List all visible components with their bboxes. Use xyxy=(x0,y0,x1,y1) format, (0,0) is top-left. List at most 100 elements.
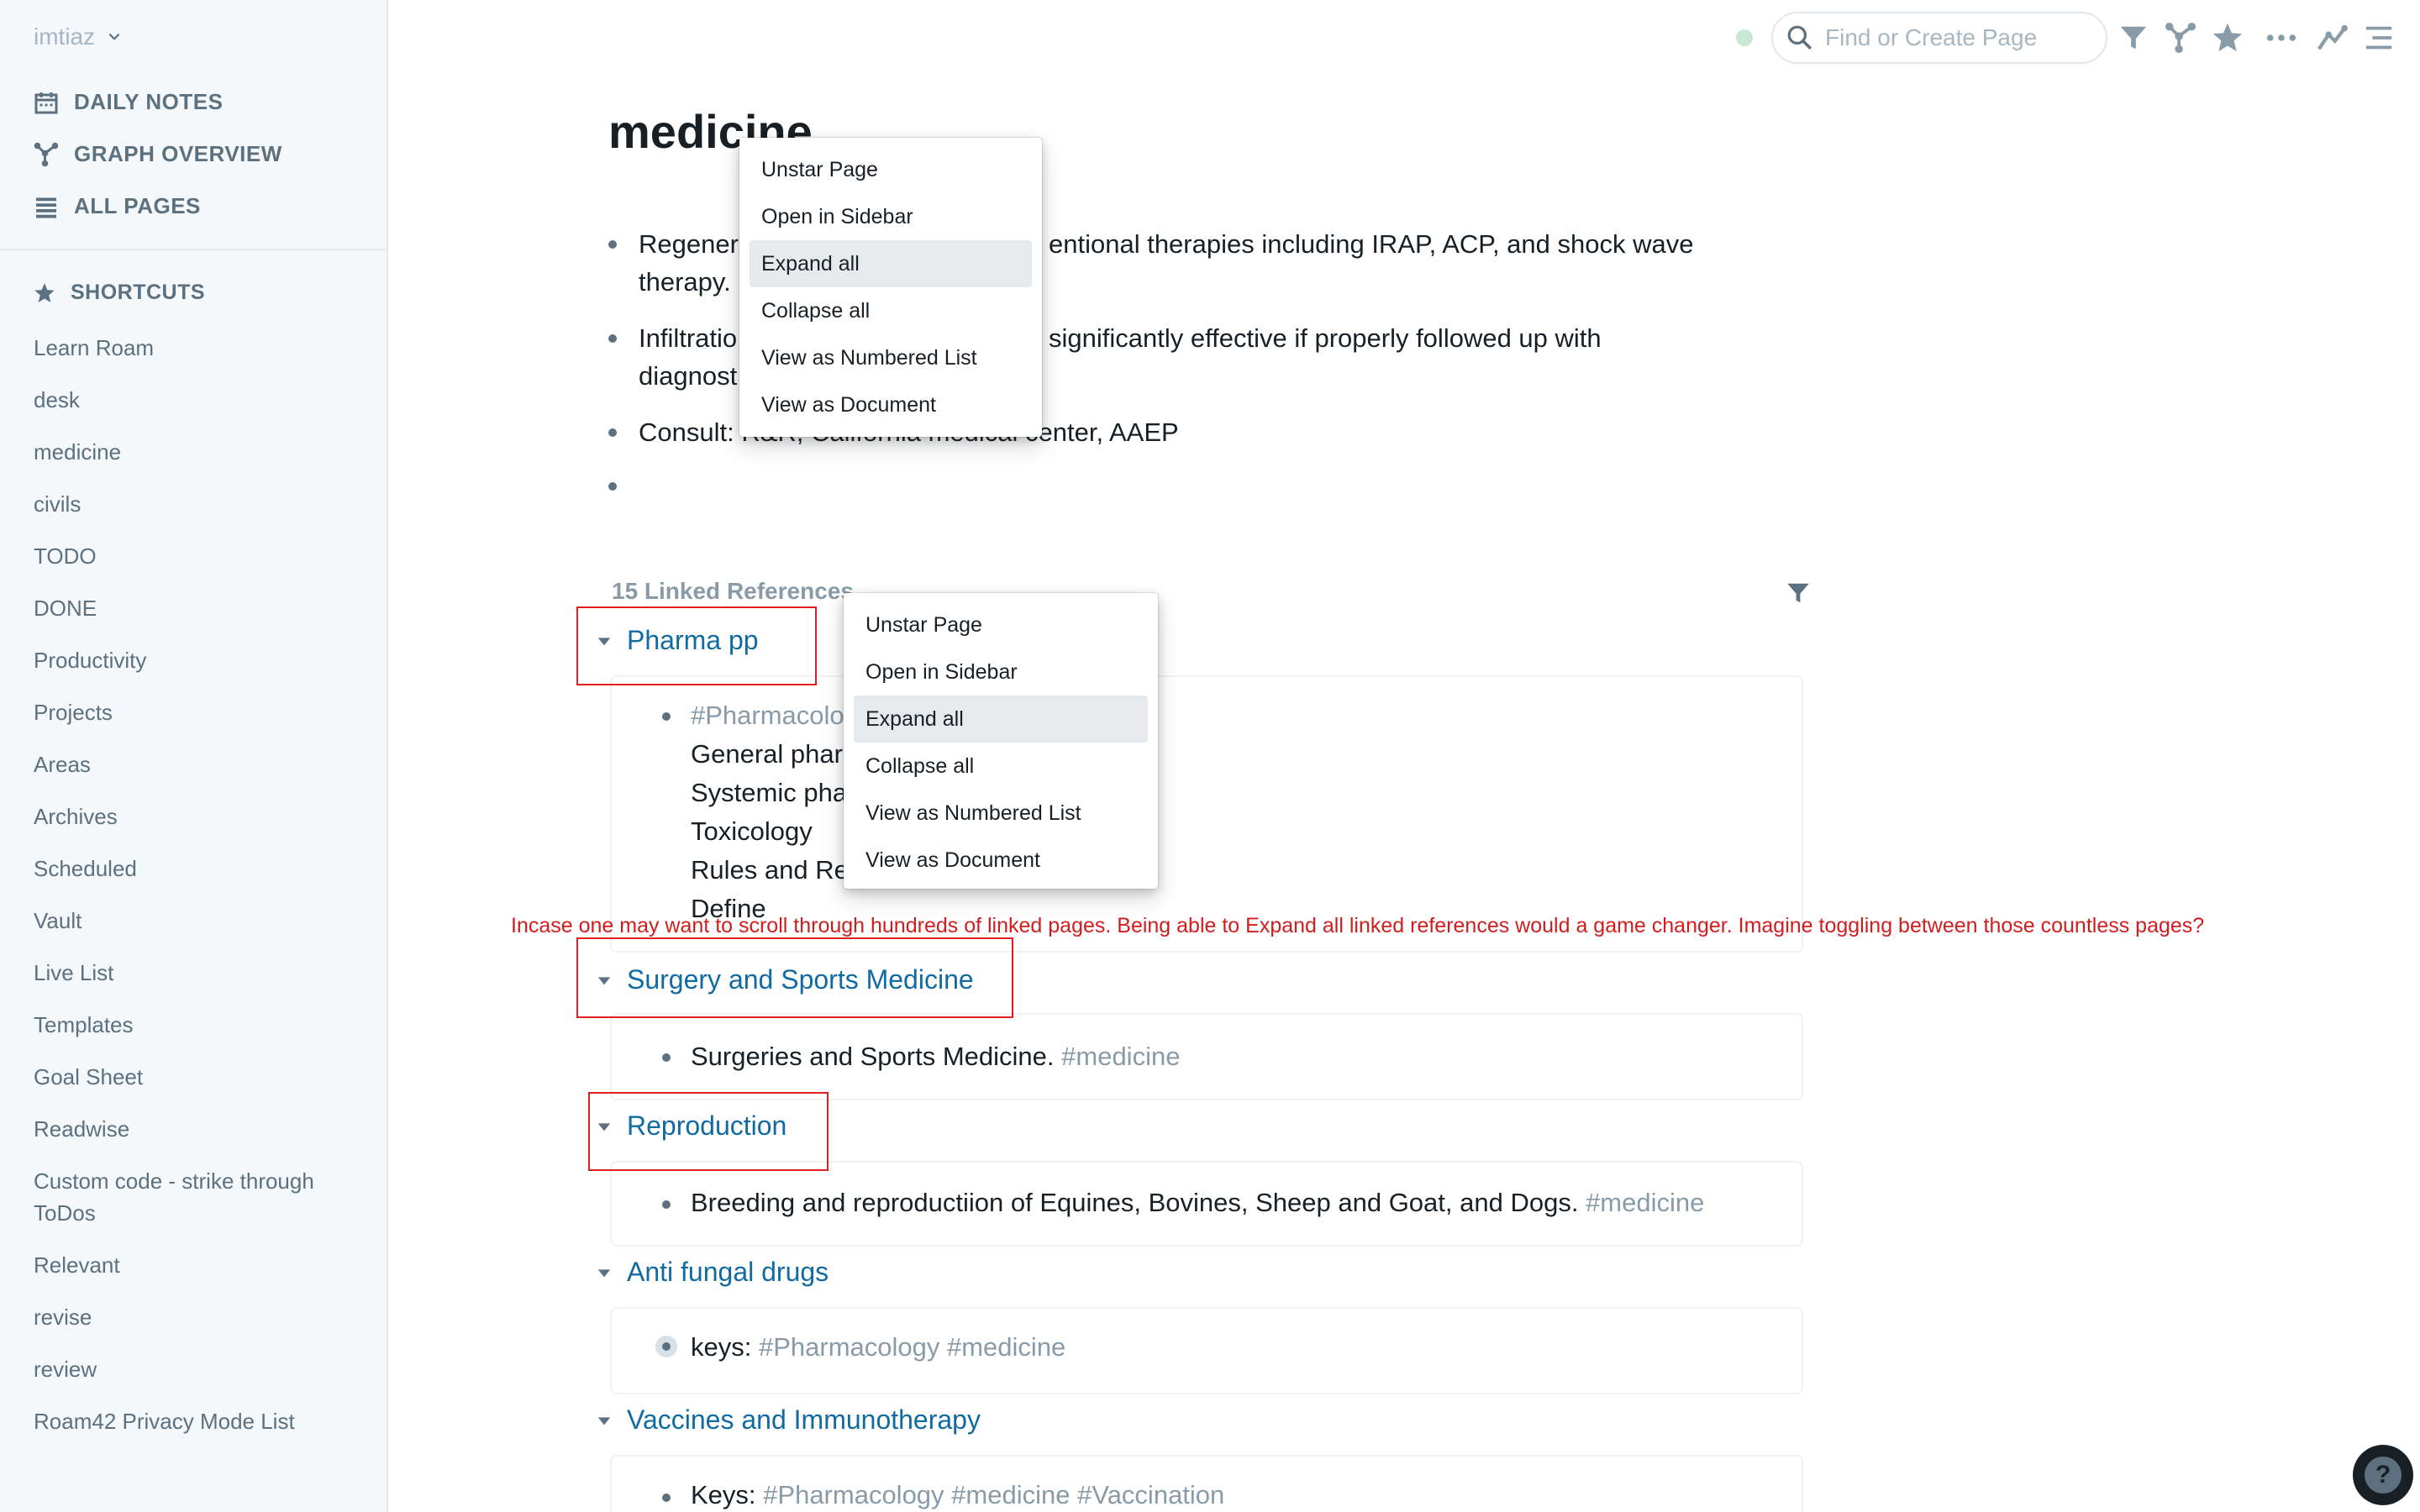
shortcut-item[interactable]: Custom code - strike through ToDos xyxy=(34,1165,370,1229)
shortcut-item[interactable]: Templates xyxy=(34,1009,370,1041)
block-text: entional therapies including IRAP, ACP, … xyxy=(1049,229,1694,259)
page-context-menu: Unstar Page Open in Sidebar Expand all C… xyxy=(739,138,1042,437)
help-button[interactable]: ? xyxy=(2353,1445,2413,1505)
ref-text[interactable]: Toxicology xyxy=(691,816,813,847)
shortcut-item[interactable]: Learn Roam xyxy=(34,332,370,364)
block-text: therapy. xyxy=(639,267,731,297)
menu-view-numbered-list[interactable]: View as Numbered List xyxy=(854,790,1148,837)
graph-icon[interactable] xyxy=(2165,22,2196,54)
bullet[interactable] xyxy=(608,428,617,437)
ref-text[interactable]: General phar xyxy=(691,739,843,769)
sidebar-divider xyxy=(0,249,387,250)
shortcut-item[interactable]: Projects xyxy=(34,696,370,728)
search-icon xyxy=(1787,25,1812,50)
shortcut-item[interactable]: TODO xyxy=(34,540,370,572)
list-icon xyxy=(36,197,56,218)
nav-all-pages[interactable]: ALL PAGES xyxy=(34,193,201,219)
bullet[interactable] xyxy=(662,1200,671,1209)
bullet[interactable] xyxy=(662,1494,671,1502)
shortcut-item[interactable]: medicine xyxy=(34,436,370,468)
ref-text[interactable]: #Pharmacolo xyxy=(691,701,844,731)
shortcut-item[interactable]: Productivity xyxy=(34,644,370,676)
nav-daily-notes[interactable]: DAILY NOTES xyxy=(34,89,223,115)
caret-down-icon[interactable] xyxy=(597,973,612,988)
caret-down-icon[interactable] xyxy=(597,1119,612,1134)
ref-group-header[interactable]: Anti fungal drugs xyxy=(597,1257,829,1288)
ref-group-header[interactable]: Surgery and Sports Medicine xyxy=(597,964,974,995)
bullet[interactable] xyxy=(608,482,617,491)
star-icon[interactable] xyxy=(2212,22,2244,54)
menu-expand-all[interactable]: Expand all xyxy=(854,696,1148,743)
menu-expand-all[interactable]: Expand all xyxy=(750,240,1032,287)
bullet[interactable] xyxy=(608,334,617,343)
bullet[interactable] xyxy=(608,240,617,249)
search-bar[interactable] xyxy=(1771,12,2107,64)
more-icon[interactable] xyxy=(2265,22,2297,54)
menu-collapse-all[interactable]: Collapse all xyxy=(750,287,1032,334)
ref-group-header[interactable]: Vaccines and Immunotherapy xyxy=(597,1404,981,1436)
star-icon xyxy=(34,282,55,302)
menu-view-as-document[interactable]: View as Document xyxy=(854,837,1148,884)
page-link[interactable]: Anti fungal drugs xyxy=(627,1257,829,1288)
shortcut-item[interactable]: civils xyxy=(34,488,370,520)
menu-open-in-sidebar[interactable]: Open in Sidebar xyxy=(750,193,1032,240)
menu-view-as-document[interactable]: View as Document xyxy=(750,381,1032,428)
shortcut-item[interactable]: desk xyxy=(34,384,370,416)
block-text: diagnost xyxy=(639,361,738,391)
tag[interactable]: #medicine xyxy=(1586,1188,1704,1217)
menu-open-in-sidebar[interactable]: Open in Sidebar xyxy=(854,648,1148,696)
shortcut-item[interactable]: Vault xyxy=(34,905,370,937)
nav-label: ALL PAGES xyxy=(74,193,201,218)
shortcut-item[interactable]: Roam42 Privacy Mode List xyxy=(34,1405,370,1437)
bullet[interactable] xyxy=(662,1053,671,1062)
shortcut-item[interactable]: Relevant xyxy=(34,1249,370,1281)
tag[interactable]: #medicine xyxy=(1061,1042,1180,1071)
menu-unstar-page[interactable]: Unstar Page xyxy=(750,146,1032,193)
ref-text[interactable]: Systemic pha xyxy=(691,778,847,808)
bullet[interactable] xyxy=(662,712,671,721)
page-link[interactable]: Surgery and Sports Medicine xyxy=(627,964,974,995)
page-link[interactable]: Vaccines and Immunotherapy xyxy=(627,1404,981,1436)
ref-text[interactable]: Breeding and reproductiion of Equines, B… xyxy=(691,1188,1704,1218)
shortcut-item[interactable]: Readwise xyxy=(34,1113,370,1145)
filter-icon[interactable] xyxy=(2118,22,2149,54)
right-sidebar-toggle-icon[interactable] xyxy=(2363,22,2395,54)
shortcut-item[interactable]: DONE xyxy=(34,592,370,624)
page-link[interactable]: Reproduction xyxy=(627,1110,786,1142)
shortcut-item[interactable]: Archives xyxy=(34,801,370,832)
tag[interactable]: #Pharmacology #medicine xyxy=(759,1332,1065,1362)
shortcut-item[interactable]: revise xyxy=(34,1301,370,1333)
menu-unstar-page[interactable]: Unstar Page xyxy=(854,601,1148,648)
caret-down-icon[interactable] xyxy=(597,1413,612,1428)
linked-references-title[interactable]: 15 Linked References xyxy=(612,578,854,605)
ref-text[interactable]: keys: #Pharmacology #medicine xyxy=(691,1332,1065,1362)
nav-graph-overview[interactable]: GRAPH OVERVIEW xyxy=(34,141,282,167)
bullet-with-children[interactable] xyxy=(655,1336,677,1357)
analytics-icon[interactable] xyxy=(2316,22,2348,54)
shortcut-item[interactable]: Scheduled xyxy=(34,853,370,885)
filter-icon[interactable] xyxy=(1785,580,1812,606)
nav-label: DAILY NOTES xyxy=(74,89,224,114)
shortcut-item[interactable]: Areas xyxy=(34,748,370,780)
tag[interactable]: #Pharmacology #medicine #Vaccination xyxy=(763,1480,1224,1509)
shortcut-item[interactable]: Goal Sheet xyxy=(34,1061,370,1093)
chevron-down-icon xyxy=(108,33,120,40)
menu-collapse-all[interactable]: Collapse all xyxy=(854,743,1148,790)
search-input[interactable] xyxy=(1825,24,2094,51)
caret-down-icon[interactable] xyxy=(597,633,612,648)
nav-label: GRAPH OVERVIEW xyxy=(74,141,282,166)
ref-context-menu: Unstar Page Open in Sidebar Expand all C… xyxy=(844,593,1158,889)
shortcuts-heading: SHORTCUTS xyxy=(34,281,205,305)
page-link[interactable]: Pharma pp xyxy=(627,625,759,656)
shortcut-item[interactable]: Live List xyxy=(34,957,370,989)
block-text: Regener xyxy=(639,229,739,259)
workspace-switcher[interactable]: imtiaz xyxy=(34,24,122,50)
menu-view-numbered-list[interactable]: View as Numbered List xyxy=(750,334,1032,381)
ref-text[interactable]: Surgeries and Sports Medicine. #medicine xyxy=(691,1042,1180,1072)
ref-group-header[interactable]: Reproduction xyxy=(597,1110,786,1142)
caret-down-icon[interactable] xyxy=(597,1265,612,1280)
ref-group-header[interactable]: Pharma pp xyxy=(597,625,759,656)
shortcut-item[interactable]: review xyxy=(34,1353,370,1385)
empty-block[interactable] xyxy=(608,467,1785,505)
ref-text[interactable]: Keys: #Pharmacology #medicine #Vaccinati… xyxy=(691,1480,1224,1510)
